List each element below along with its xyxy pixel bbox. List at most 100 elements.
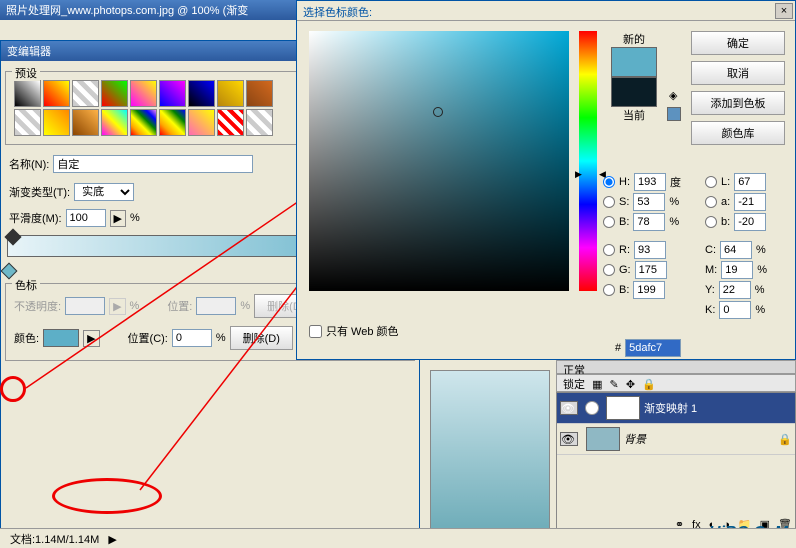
color-swatch[interactable] — [43, 329, 79, 347]
lock-transparent-icon[interactable]: ▦ — [592, 379, 602, 391]
doc-size: 文档:1.14M/1.14M — [10, 534, 99, 546]
posc-input[interactable] — [172, 329, 212, 347]
pos-label: 位置: — [167, 298, 192, 314]
r-radio[interactable] — [603, 244, 615, 256]
smooth-arrow-icon[interactable]: ▶ — [110, 210, 126, 227]
close-icon[interactable]: × — [775, 3, 793, 19]
g-radio[interactable] — [603, 264, 615, 276]
lab-b-input[interactable] — [734, 213, 766, 231]
c-input[interactable] — [720, 241, 752, 259]
status-bar: 文档:1.14M/1.14M ▶ — [0, 528, 796, 548]
cancel-button[interactable]: 取消 — [691, 61, 785, 85]
main-title: 照片处理网_www.photops.com.jpg @ 100% (渐变 — [6, 2, 248, 18]
name-label: 名称(N): — [9, 156, 49, 172]
hue-slider[interactable] — [579, 31, 597, 291]
color-lib-button[interactable]: 颜色库 — [691, 121, 785, 145]
g-input[interactable] — [635, 261, 667, 279]
posc-label: 位置(C): — [128, 330, 168, 346]
preset-swatch[interactable] — [101, 80, 128, 107]
layers-panel: 👁 渐变映射 1 👁 背景 🔒 ⚭ fx ◐ ◑ 📁 ▣ 🗑 — [556, 392, 796, 536]
b-label: B: — [619, 216, 629, 228]
preset-swatch[interactable] — [159, 109, 186, 136]
lock-all-icon[interactable]: 🔒 — [642, 379, 656, 391]
web-only-checkbox[interactable] — [309, 325, 322, 338]
preset-swatch[interactable] — [43, 109, 70, 136]
color-label: 颜色: — [14, 330, 39, 346]
opacity-input — [65, 297, 105, 315]
m-label: M: — [705, 264, 717, 276]
visibility-icon[interactable]: 👁 — [560, 432, 578, 446]
gradient-name-input[interactable] — [53, 155, 253, 173]
mask-thumb[interactable] — [606, 396, 640, 420]
preset-swatch[interactable] — [14, 80, 41, 107]
lock-paint-icon[interactable]: ✎ — [610, 379, 619, 391]
layer-name-2: 背景 — [624, 431, 646, 447]
type-label: 渐变类型(T): — [9, 184, 70, 200]
b-unit: % — [669, 216, 679, 228]
bb-radio[interactable] — [603, 284, 615, 296]
c-label: C: — [705, 244, 716, 256]
s-label: S: — [619, 196, 629, 208]
lock-move-icon[interactable]: ✥ — [626, 379, 635, 391]
preset-swatch[interactable] — [188, 109, 215, 136]
lab-b-radio[interactable] — [705, 216, 717, 228]
s-input[interactable] — [633, 193, 665, 211]
delete-color-button[interactable]: 删除(D) — [230, 326, 293, 350]
smooth-input[interactable] — [66, 209, 106, 227]
layer-name-1: 渐变映射 1 — [644, 400, 697, 416]
preset-swatch[interactable] — [130, 109, 157, 136]
layer-row-active[interactable]: 👁 渐变映射 1 — [557, 393, 795, 424]
preset-swatch[interactable] — [72, 80, 99, 107]
preset-swatch[interactable] — [217, 109, 244, 136]
a-input[interactable] — [734, 193, 766, 211]
b-input[interactable] — [633, 213, 665, 231]
cube-icon[interactable]: ◈ — [669, 89, 677, 102]
a-radio[interactable] — [705, 196, 717, 208]
adjustment-icon[interactable] — [585, 401, 599, 415]
color-field[interactable] — [309, 31, 569, 291]
current-color-swatch[interactable] — [611, 77, 657, 107]
bb-input[interactable] — [633, 281, 665, 299]
h-input[interactable] — [634, 173, 666, 191]
hue-cursor-left[interactable]: ▶ — [575, 169, 582, 180]
preset-swatch[interactable] — [188, 80, 215, 107]
preset-swatch[interactable] — [72, 109, 99, 136]
y-unit: % — [755, 284, 765, 296]
web-only-label: 只有 Web 颜色 — [326, 323, 399, 339]
b-radio[interactable] — [603, 216, 615, 228]
color-arrow-icon[interactable]: ▶ — [83, 330, 99, 347]
preset-swatch[interactable] — [43, 80, 70, 107]
websafe-swatch[interactable] — [667, 107, 681, 121]
r-label: R: — [619, 244, 630, 256]
preset-swatch[interactable] — [246, 80, 273, 107]
l-radio[interactable] — [705, 176, 717, 188]
picker-titlebar: 选择色标颜色: × — [297, 1, 795, 21]
color-field-cursor[interactable] — [433, 107, 443, 117]
smooth-label: 平滑度(M): — [9, 210, 62, 226]
new-label: 新的 — [611, 31, 657, 47]
s-radio[interactable] — [603, 196, 615, 208]
l-input[interactable] — [734, 173, 766, 191]
h-radio[interactable] — [603, 176, 615, 188]
y-input[interactable] — [719, 281, 751, 299]
add-swatch-button[interactable]: 添加到色板 — [691, 91, 785, 115]
l-label: L: — [721, 176, 730, 188]
opacity-label: 不透明度: — [14, 298, 61, 314]
layer-thumb[interactable] — [586, 427, 620, 451]
k-input[interactable] — [719, 301, 751, 319]
status-arrow-icon[interactable]: ▶ — [108, 534, 116, 546]
m-input[interactable] — [721, 261, 753, 279]
preset-swatch[interactable] — [101, 109, 128, 136]
hex-input[interactable] — [625, 339, 681, 357]
preset-swatch[interactable] — [130, 80, 157, 107]
preset-swatch[interactable] — [246, 109, 273, 136]
preset-swatch[interactable] — [217, 80, 244, 107]
preset-swatch[interactable] — [159, 80, 186, 107]
preset-swatch[interactable] — [14, 109, 41, 136]
visibility-icon[interactable]: 👁 — [560, 401, 578, 415]
ok-button[interactable]: 确定 — [691, 31, 785, 55]
layer-row[interactable]: 👁 背景 🔒 — [557, 424, 795, 455]
r-input[interactable] — [634, 241, 666, 259]
gradient-type-select[interactable]: 实底 — [74, 183, 134, 201]
web-only-row: 只有 Web 颜色 — [309, 323, 399, 339]
